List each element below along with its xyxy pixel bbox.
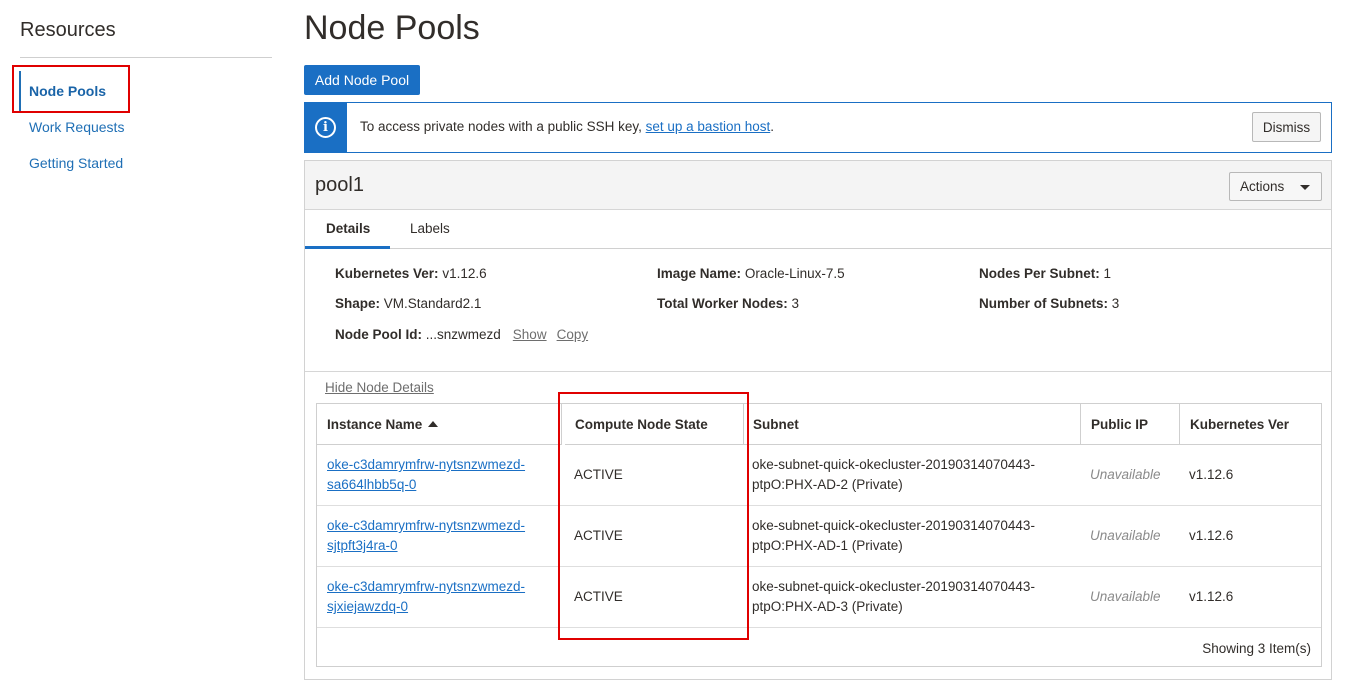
- instance-name-line: sa664lhbb5q-0: [327, 477, 417, 492]
- kubernetes-ver: v1.12.6: [1189, 528, 1234, 543]
- sort-ascending-icon: [428, 421, 439, 427]
- detail-label: Image Name:: [657, 266, 742, 281]
- table-row: oke-c3damrymfrw-nytsnzwmezd-sa664lhbb5q-…: [317, 445, 1321, 506]
- copy-id-link[interactable]: Copy: [557, 327, 589, 342]
- instance-name-link[interactable]: oke-c3damrymfrw-nytsnzwmezd-sjxiejawzdq-…: [327, 577, 525, 617]
- info-banner-side: i: [305, 103, 347, 152]
- detail-value: Oracle-Linux-7.5: [744, 266, 845, 281]
- resources-sidebar: Resources Node Pools Work Requests Getti…: [0, 0, 285, 685]
- detail-value: 3: [791, 296, 800, 311]
- subnet-cell: oke-subnet-quick-okecluster-201903140704…: [752, 516, 1035, 556]
- info-text-suffix: .: [770, 119, 774, 134]
- subnet-line: ptpO:PHX-AD-3 (Private): [752, 599, 903, 614]
- subnet-line: ptpO:PHX-AD-2 (Private): [752, 477, 903, 492]
- instance-name-line: oke-c3damrymfrw-nytsnzwmezd-: [327, 457, 526, 472]
- instance-name-line: sjxiejawzdq-0: [327, 599, 409, 614]
- detail-node-pool-id: Node Pool Id: ...snzwmezd Show Copy: [335, 327, 588, 342]
- resources-title: Resources: [20, 19, 116, 41]
- pool-details: Kubernetes Ver: v1.12.6 Shape: VM.Standa…: [305, 250, 1331, 372]
- pool-header: pool1 Actions: [305, 161, 1331, 210]
- detail-label: Total Worker Nodes:: [657, 296, 788, 311]
- detail-value: v1.12.6: [442, 266, 487, 281]
- show-id-link[interactable]: Show: [513, 327, 547, 342]
- subnet-cell: oke-subnet-quick-okecluster-201903140704…: [752, 577, 1035, 617]
- dismiss-button[interactable]: Dismiss: [1252, 112, 1321, 142]
- add-node-pool-button[interactable]: Add Node Pool: [304, 65, 420, 95]
- tab-labels[interactable]: Labels: [410, 221, 450, 236]
- info-text-main: To access private nodes with a public SS…: [360, 119, 646, 134]
- detail-value: 3: [1111, 296, 1120, 311]
- column-label: Instance Name: [327, 417, 423, 432]
- pool-tabs: Details Labels: [305, 210, 1331, 249]
- detail-nodes-per-subnet: Nodes Per Subnet: 1: [979, 266, 1111, 281]
- instance-name-line: oke-c3damrymfrw-nytsnzwmezd-: [327, 579, 526, 594]
- tab-details[interactable]: Details: [326, 221, 370, 236]
- instance-name-link[interactable]: oke-c3damrymfrw-nytsnzwmezd-sjtpft3j4ra-…: [327, 516, 525, 556]
- public-ip: Unavailable: [1090, 528, 1161, 543]
- detail-total-worker-nodes: Total Worker Nodes: 3: [657, 296, 799, 311]
- sidebar-divider: [20, 57, 272, 58]
- detail-label: Shape:: [335, 296, 381, 311]
- compute-node-state-highlight-box: [558, 392, 749, 640]
- detail-value: 1: [1103, 266, 1112, 281]
- instance-name-line: oke-c3damrymfrw-nytsnzwmezd-: [327, 518, 526, 533]
- column-header-kubernetes-ver[interactable]: Kubernetes Ver: [1180, 404, 1321, 445]
- subnet-line: oke-subnet-quick-okecluster-201903140704…: [752, 457, 1035, 472]
- sidebar-item-work-requests[interactable]: Work Requests: [29, 119, 124, 135]
- column-header-public-ip[interactable]: Public IP: [1081, 404, 1179, 445]
- sidebar-item-getting-started[interactable]: Getting Started: [29, 155, 123, 171]
- detail-image-name: Image Name: Oracle-Linux-7.5: [657, 266, 845, 281]
- actions-label: Actions: [1240, 179, 1285, 194]
- info-banner: i To access private nodes with a public …: [304, 102, 1332, 153]
- node-pool-panel: pool1 Actions Details Labels Kubernetes …: [304, 160, 1332, 680]
- kubernetes-ver: v1.12.6: [1189, 467, 1234, 482]
- instance-name-line: sjtpft3j4ra-0: [327, 538, 398, 553]
- detail-shape: Shape: VM.Standard2.1: [335, 296, 481, 311]
- bastion-host-link[interactable]: set up a bastion host: [646, 119, 771, 134]
- table-row: oke-c3damrymfrw-nytsnzwmezd-sjxiejawzdq-…: [317, 567, 1321, 628]
- nodes-table: Instance Name Compute Node State Subnet …: [316, 403, 1322, 667]
- info-banner-text: To access private nodes with a public SS…: [360, 119, 774, 134]
- kubernetes-ver: v1.12.6: [1189, 589, 1234, 604]
- detail-label: Node Pool Id:: [335, 327, 422, 342]
- instance-name-link[interactable]: oke-c3damrymfrw-nytsnzwmezd-sa664lhbb5q-…: [327, 455, 525, 495]
- detail-label: Nodes Per Subnet:: [979, 266, 1100, 281]
- hide-node-details-link[interactable]: Hide Node Details: [325, 380, 434, 395]
- page-title: Node Pools: [304, 9, 480, 47]
- detail-label: Kubernetes Ver:: [335, 266, 439, 281]
- node-pools-highlight-box: [12, 65, 130, 113]
- column-header-instance-name[interactable]: Instance Name: [317, 404, 561, 445]
- tab-active-underline: [305, 246, 390, 249]
- caret-down-icon: [1300, 185, 1310, 190]
- detail-number-of-subnets: Number of Subnets: 3: [979, 296, 1119, 311]
- subnet-line: oke-subnet-quick-okecluster-201903140704…: [752, 518, 1035, 533]
- subnet-cell: oke-subnet-quick-okecluster-201903140704…: [752, 455, 1035, 495]
- public-ip: Unavailable: [1090, 467, 1161, 482]
- table-row: oke-c3damrymfrw-nytsnzwmezd-sjtpft3j4ra-…: [317, 506, 1321, 567]
- detail-kubernetes-ver: Kubernetes Ver: v1.12.6: [335, 266, 487, 281]
- detail-label: Number of Subnets:: [979, 296, 1109, 311]
- detail-value: ...snzwmezd: [425, 327, 501, 342]
- actions-dropdown[interactable]: Actions: [1229, 172, 1322, 201]
- items-count: Showing 3 Item(s): [1202, 641, 1311, 656]
- column-header-subnet[interactable]: Subnet: [743, 404, 1081, 445]
- pool-name: pool1: [315, 174, 364, 196]
- subnet-line: oke-subnet-quick-okecluster-201903140704…: [752, 579, 1035, 594]
- detail-value: VM.Standard2.1: [383, 296, 482, 311]
- public-ip: Unavailable: [1090, 589, 1161, 604]
- subnet-line: ptpO:PHX-AD-1 (Private): [752, 538, 903, 553]
- info-icon: i: [315, 117, 336, 138]
